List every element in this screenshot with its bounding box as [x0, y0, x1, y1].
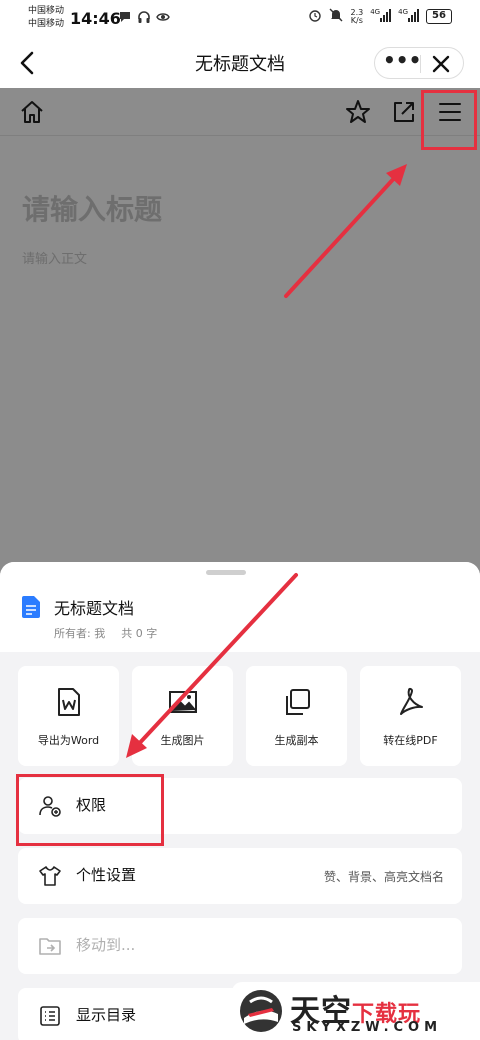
list-icon — [38, 1004, 62, 1028]
close-icon — [432, 55, 450, 73]
alarm-icon — [308, 8, 322, 25]
action-label: 生成图片 — [160, 734, 205, 747]
sheet-header: 无标题文档 所有者: 我 共 0 字 — [0, 562, 480, 652]
copy-icon — [281, 686, 313, 718]
personalize-row[interactable]: 个性设置 赞、背景、高亮文档名 — [18, 848, 462, 904]
eye-icon — [156, 9, 170, 23]
notification-icons — [118, 9, 170, 23]
action-label: 导出为Word — [37, 734, 100, 747]
tshirt-icon — [38, 864, 62, 888]
carrier-2: 中国移动 — [28, 19, 65, 29]
generate-image-button[interactable]: 生成图片 — [132, 666, 233, 766]
status-time: 14:46 — [70, 9, 121, 28]
export-word-button[interactable]: 导出为Word — [18, 666, 119, 766]
plane-logo-icon — [238, 988, 284, 1034]
status-bar: 中国移动 中国移动 14:46 2.3 K/s 4G 4G 56 — [0, 0, 480, 38]
battery-icon: 56 — [426, 9, 452, 24]
word-file-icon — [53, 686, 85, 718]
pdf-icon — [395, 686, 427, 718]
close-button[interactable] — [427, 51, 455, 77]
signal-2: 4G — [398, 8, 419, 25]
carrier-labels: 中国移动 中国移动 — [28, 5, 64, 31]
site-watermark: 天空下载玩 SKYXZW.COM — [232, 982, 480, 1040]
chat-bubble-icon — [118, 9, 132, 23]
capsule-divider — [420, 55, 421, 73]
mini-program-capsule: ••• — [374, 47, 464, 79]
doc-word-count: 共 0 字 — [121, 627, 158, 640]
watermark-domain: SKYXZW.COM — [292, 1020, 443, 1035]
mute-icon — [329, 8, 343, 25]
make-copy-button[interactable]: 生成副本 — [246, 666, 347, 766]
permission-highlight-box — [16, 774, 164, 846]
row-hint: 赞、背景、高亮文档名 — [323, 870, 444, 884]
move-to-row[interactable]: 移动到... — [18, 918, 462, 974]
action-label: 生成副本 — [274, 734, 319, 747]
signal-1: 4G — [370, 8, 392, 25]
image-icon — [167, 686, 199, 718]
drag-handle[interactable] — [206, 570, 246, 575]
more-button[interactable]: ••• — [383, 50, 421, 76]
status-right: 2.3 K/s 4G 4G 56 — [308, 8, 452, 25]
action-label: 转在线PDF — [383, 734, 438, 747]
quick-actions: 导出为Word 生成图片 生成副本 转在线PDF — [18, 666, 462, 766]
nav-bar: 无标题文档 ••• — [0, 38, 480, 88]
menu-highlight-box — [421, 90, 477, 150]
doc-meta: 所有者: 我 共 0 字 — [54, 625, 157, 641]
carrier-1: 中国移动 — [28, 6, 65, 16]
row-label: 显示目录 — [76, 1006, 137, 1024]
headset-icon — [137, 9, 151, 23]
document-icon — [22, 596, 40, 618]
signal-bars-icon — [380, 8, 392, 22]
folder-move-icon — [38, 934, 62, 958]
row-label: 移动到... — [76, 936, 136, 954]
net-speed: 2.3 K/s — [350, 7, 364, 25]
convert-pdf-button[interactable]: 转在线PDF — [360, 666, 461, 766]
sheet-doc-name: 无标题文档 — [54, 599, 135, 618]
signal-bars-icon — [408, 8, 419, 22]
doc-owner: 所有者: 我 — [54, 627, 106, 640]
row-label: 个性设置 — [76, 866, 137, 884]
